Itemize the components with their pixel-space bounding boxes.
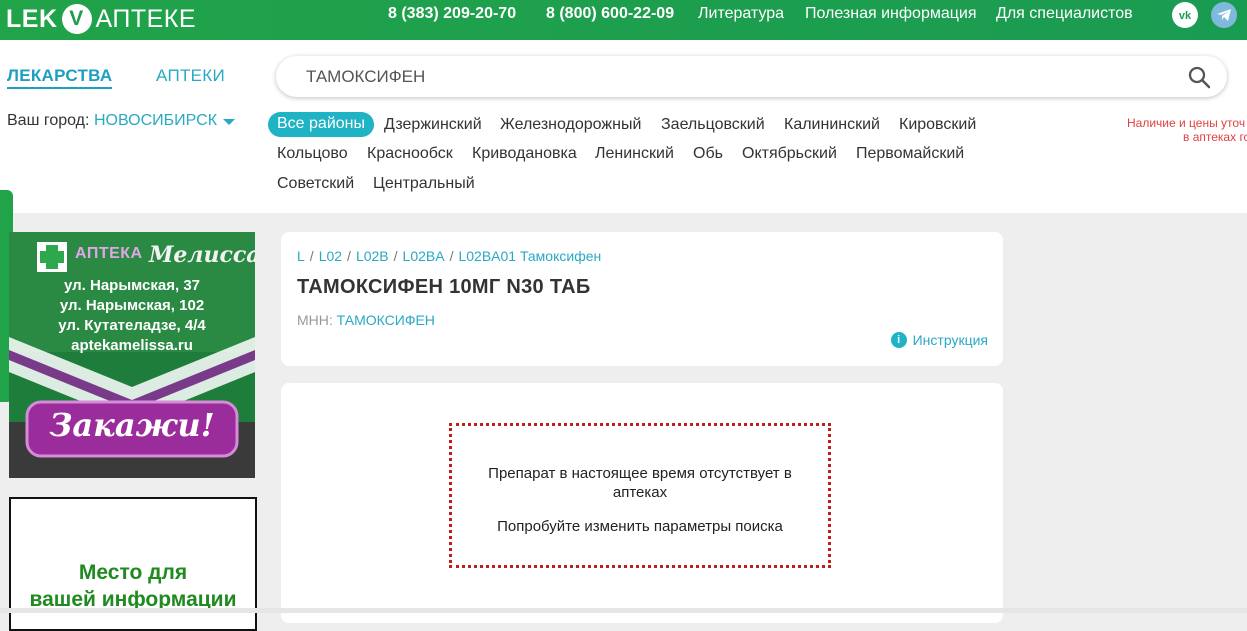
ad-placeholder-text: Место для вашей информации — [11, 559, 255, 613]
instruction-label: Инструкция — [912, 332, 988, 348]
tab-medicines[interactable]: ЛЕКАРСТВА — [7, 66, 113, 89]
ad-placeholder-line1: Место для — [78, 561, 188, 584]
ad-address-2: ул. Нарымская, 102 — [59, 297, 205, 314]
ad-banner-melissa[interactable]: АПТЕКА Мелисса ул. Нарымская, 37 ул. Нар… — [9, 232, 255, 478]
search-icon[interactable] — [1187, 65, 1211, 89]
breadcrumb-l02[interactable]: L02 — [319, 248, 342, 264]
bottom-divider — [0, 608, 1247, 613]
district-krasnoobsk[interactable]: Краснообск — [367, 145, 453, 163]
svg-text:vk: vk — [1179, 10, 1192, 21]
phone-toll-free-link[interactable]: 8 (800) 600-22-09 — [546, 5, 674, 23]
logo-lek: LEK — [6, 4, 58, 33]
header: ЛЕКАРСТВА АПТЕКИ Ваш город: НОВОСИБИРСК … — [0, 40, 1247, 213]
breadcrumb-l02b[interactable]: L02B — [356, 248, 389, 264]
tab-pharmacies[interactable]: АПТЕКИ — [156, 66, 225, 86]
logo-v: V — [61, 4, 92, 34]
out-of-stock-message: Препарат в настоящее время отсутствует в… — [452, 464, 828, 502]
district-ob[interactable]: Обь — [693, 145, 723, 163]
district-koltsovo[interactable]: Кольцово — [277, 145, 348, 163]
breadcrumb-l02ba01[interactable]: L02BA01 Тамоксифен — [458, 248, 601, 264]
out-of-stock-notice: Препарат в настоящее время отсутствует в… — [449, 423, 831, 568]
mnn-label: МНН: — [297, 312, 333, 328]
district-zheleznodorozhny[interactable]: Железнодорожный — [500, 116, 641, 134]
ad-cta: Закажи! — [49, 406, 215, 444]
availability-note: Наличие и цены уточ в аптеках го — [1127, 116, 1247, 144]
product-card: L / L02/L02B / L02BA / L02BA01 Тамоксифен ТАМО… — [281, 232, 1003, 366]
district-all[interactable]: Все районы — [268, 112, 374, 137]
ad-address-3: ул. Кутателадзе, 4/4 — [58, 317, 206, 334]
instruction-link[interactable]: i Инструкция — [890, 332, 988, 348]
district-kalininsky[interactable]: Калининский — [784, 116, 880, 134]
top-bar: LEK V АПТЕКЕ 8 (383) 209-20-70 8 (800) 6… — [0, 0, 1247, 40]
ad-addresses: ул. Нарымская, 37 ул. Нарымская, 102 ул.… — [9, 276, 255, 356]
city-selector[interactable]: НОВОСИБИРСК — [94, 112, 217, 130]
literature-link[interactable]: Литература — [698, 5, 784, 23]
district-dzerzhinsky[interactable]: Дзержинский — [384, 116, 482, 134]
availability-card: Препарат в настоящее время отсутствует в… — [281, 383, 1003, 623]
useful-info-link[interactable]: Полезная информация — [805, 5, 977, 23]
mnn-link[interactable]: ТАМОКСИФЕН — [337, 312, 435, 328]
vk-icon[interactable]: vk — [1172, 2, 1198, 28]
search-hint: Попробуйте изменить параметры поиска — [497, 518, 783, 535]
ad-brand-name: Мелисса — [149, 242, 255, 268]
availability-note-line2: в аптеках го — [1183, 130, 1247, 144]
district-oktyabrsky[interactable]: Октябрьский — [742, 145, 837, 163]
phone-local-link[interactable]: 8 (383) 209-20-70 — [388, 5, 516, 23]
city-label: Ваш город: — [7, 112, 90, 129]
page-title: ТАМОКСИФЕН 10МГ N30 ТАБ — [297, 276, 591, 298]
breadcrumb: L / L02/L02B / L02BA / L02BA01 Тамоксифен — [297, 248, 602, 264]
ad-brand-word: АПТЕКА — [75, 245, 143, 262]
for-specialists-link[interactable]: Для специалистов — [996, 5, 1133, 23]
district-kirovsky[interactable]: Кировский — [899, 116, 976, 134]
out-of-stock-line2: аптеках — [612, 484, 668, 501]
ad-address-1: ул. Нарымская, 37 — [63, 277, 201, 294]
district-tsentralny[interactable]: Центральный — [373, 175, 475, 193]
district-leninsky[interactable]: Ленинский — [595, 145, 674, 163]
search-input[interactable] — [306, 67, 1166, 87]
out-of-stock-line1: Препарат в настоящее время отсутствует в — [488, 465, 792, 482]
telegram-icon[interactable] — [1211, 2, 1237, 28]
district-zaeltsovsky[interactable]: Заельцовский — [661, 116, 765, 134]
search-bar — [276, 56, 1227, 97]
chevron-down-icon[interactable] — [223, 119, 235, 125]
availability-note-line1: Наличие и цены уточ — [1127, 116, 1246, 130]
district-pervomaysky[interactable]: Первомайский — [856, 145, 964, 163]
logo-apteke: АПТЕКЕ — [95, 4, 197, 33]
site-logo[interactable]: LEK V АПТЕКЕ — [6, 4, 196, 34]
district-krivodanovka[interactable]: Криводановка — [472, 145, 577, 163]
mnn: МНН: ТАМОКСИФЕН — [297, 312, 435, 328]
breadcrumb-l02ba[interactable]: L02BA — [403, 248, 445, 264]
ad-site: aptekamelissa.ru — [71, 337, 193, 354]
info-icon: i — [890, 332, 907, 348]
district-sovetsky[interactable]: Советский — [277, 175, 354, 193]
breadcrumb-l[interactable]: L — [297, 248, 305, 264]
